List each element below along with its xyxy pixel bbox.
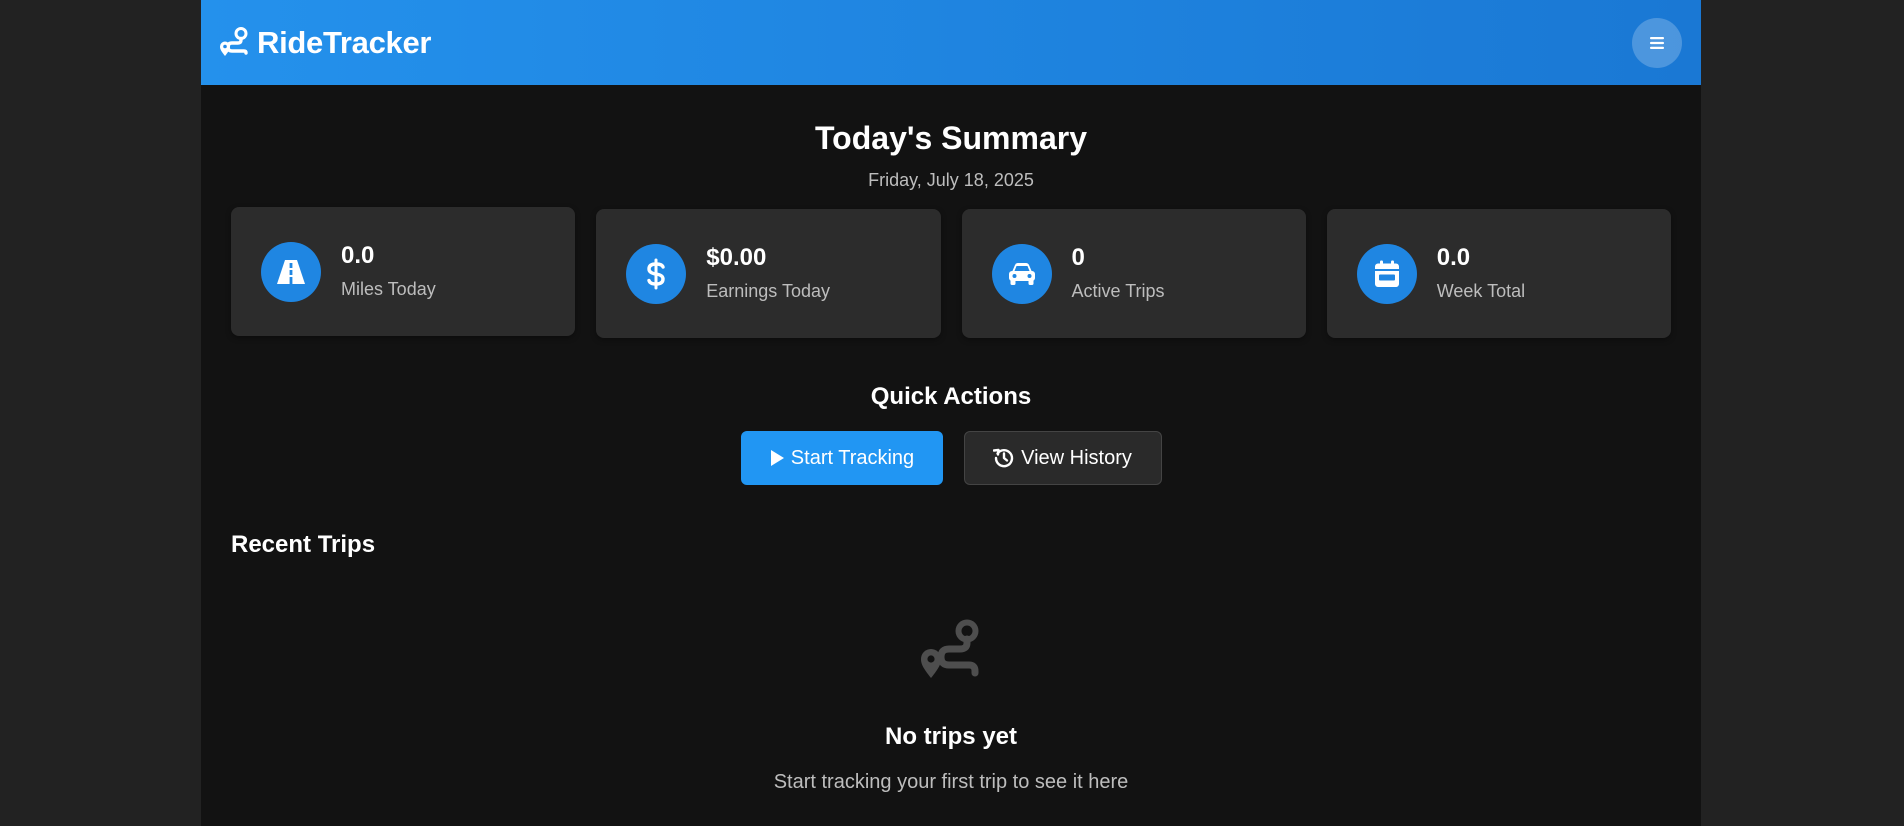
stat-value: $0.00	[706, 243, 767, 271]
app-container: RideTracker Today's Summary Friday, July…	[201, 0, 1701, 826]
menu-icon	[1649, 36, 1665, 50]
start-tracking-label: Start Tracking	[790, 446, 915, 469]
stat-card-miles: 0.0 Miles Today	[231, 207, 576, 337]
app-header: RideTracker	[201, 0, 1701, 85]
start-tracking-button[interactable]: Start Tracking	[740, 431, 943, 486]
stats-row: 0.0 Miles Today $0.00 Earnings Today 0 A…	[201, 207, 1701, 339]
stat-card-active-trips: 0 Active Trips	[961, 209, 1306, 339]
stat-value: 0.0	[1436, 243, 1471, 271]
route-icon	[201, 619, 1701, 681]
car-icon	[991, 243, 1052, 304]
quick-actions-title: Quick Actions	[870, 383, 1032, 411]
app-name: RideTracker	[257, 24, 432, 60]
stat-label: Earnings Today	[706, 281, 830, 302]
stat-card-earnings: $0.00 Earnings Today	[596, 209, 941, 339]
road-icon	[261, 241, 321, 302]
stat-value: 0	[1071, 243, 1085, 271]
view-history-button[interactable]: View History	[963, 431, 1162, 486]
summary-date: Friday, July 18, 2025	[868, 170, 1034, 191]
page-title: Today's Summary	[815, 120, 1087, 156]
stat-label: Miles Today	[341, 279, 436, 300]
menu-button[interactable]	[1632, 17, 1682, 68]
play-icon	[769, 449, 785, 467]
recent-trips-empty-state: No trips yet Start tracking your first t…	[201, 619, 1701, 794]
brand[interactable]: RideTracker	[219, 24, 432, 61]
calendar-icon	[1356, 243, 1417, 304]
stat-label: Active Trips	[1071, 281, 1165, 302]
empty-state-subtitle: Start tracking your first trip to see it…	[773, 771, 1129, 794]
stat-card-week-total: 0.0 Week Total	[1326, 209, 1671, 339]
view-history-label: View History	[1021, 446, 1132, 469]
dollar-icon	[626, 243, 687, 304]
stat-label: Week Total	[1436, 281, 1526, 302]
recent-trips-title: Recent Trips	[231, 531, 376, 559]
empty-state-title: No trips yet	[884, 723, 1018, 751]
stat-value: 0.0	[341, 241, 375, 269]
route-icon	[219, 26, 251, 59]
history-icon	[993, 447, 1015, 469]
quick-actions: Start Tracking View History	[201, 431, 1701, 486]
